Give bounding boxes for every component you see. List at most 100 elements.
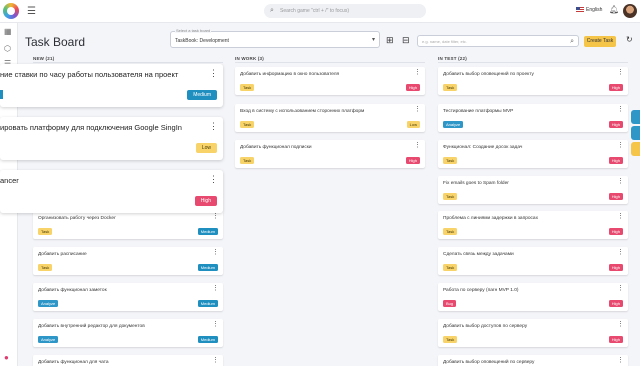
profile-icon[interactable]: ● [4,353,9,362]
priority-badge: High [405,84,420,91]
task-card[interactable]: Добавить функционал для чата ⋮ [33,355,223,366]
task-title: Добавить функционал для чата [38,360,109,365]
task-card[interactable]: Функционал: Создание досок задач ⋮ Task … [438,140,628,168]
more-icon[interactable]: ⋮ [414,106,421,113]
task-type-badge: Task [443,157,458,164]
search-icon: ⌕ [270,7,274,14]
more-icon[interactable]: ⋮ [212,321,219,328]
priority-badge: Low [406,121,420,128]
priority-badge: High [608,193,623,200]
task-type-badge [0,90,3,99]
filter-input[interactable]: e.g. name, date filter, etc. ⌕ [417,35,579,47]
bookmark-remove-icon[interactable]: ⊟ [402,35,410,46]
task-card[interactable]: Добавить функционал заметок ⋮ Analyze Me… [33,283,223,311]
cube-icon[interactable]: ⬡ [4,44,11,53]
task-type-badge: Task [443,264,458,271]
more-icon[interactable]: ⋮ [617,69,624,76]
chat-tab-icon[interactable] [631,126,640,140]
task-type-badge: Bug [443,300,457,307]
task-type-badge: Task [38,264,53,271]
task-title: Fix emails goes to Spam folder [443,181,509,186]
task-type-badge: Task [443,336,458,343]
refresh-icon[interactable]: ↻ [626,35,633,44]
more-icon[interactable]: ⋮ [414,69,421,76]
more-icon[interactable]: ⋮ [617,321,624,328]
create-task-button[interactable]: Create Task [584,36,616,47]
task-card[interactable]: Тестирование платформы MVP ⋮ Analyze Hig… [438,104,628,132]
task-title: Добавить внутренний редактор для докумен… [38,324,145,329]
task-card[interactable]: Работа по серверу (пагн MVP 1.0) ⋮ Bug H… [438,283,628,311]
task-card[interactable]: Организовать работу через Docker ⋮ Task … [33,211,223,239]
more-icon[interactable]: ⋮ [209,121,218,132]
search-icon: ⌕ [570,38,574,45]
task-type-badge: Task [443,228,458,235]
help-tab-icon[interactable] [631,142,640,156]
more-icon[interactable]: ⋮ [209,174,218,185]
more-icon[interactable]: ⋮ [617,106,624,113]
task-card[interactable]: Добавить внутренний редактор для докумен… [33,319,223,347]
more-icon[interactable]: ⋮ [617,249,624,256]
user-avatar[interactable] [623,4,637,18]
priority-badge: High [608,300,623,307]
global-search-input[interactable]: ⌕ Search game "ctrl + /" to focus) [264,4,426,18]
column-divider [438,62,628,63]
task-title: Функционал: Создание досок задач [443,145,523,150]
more-icon[interactable]: ⋮ [212,357,219,364]
priority-badge: High [608,84,623,91]
task-type-badge: Analyze [38,336,59,343]
task-title: Добавить расписание [38,252,87,257]
settings-tab-icon[interactable] [631,110,640,124]
language-selector[interactable]: English [576,7,602,13]
priority-badge: High [608,336,623,343]
more-icon[interactable]: ⋮ [212,249,219,256]
task-card[interactable]: Добавить выбор доступов по серверу ⋮ Tas… [438,319,628,347]
app-logo[interactable] [3,3,19,19]
more-icon[interactable]: ⋮ [617,357,624,364]
board-select-value: TaskBook: Development [175,38,229,44]
more-icon[interactable]: ⋮ [212,213,219,220]
search-placeholder: Search game "ctrl + /" to focus) [280,8,349,14]
grid-icon[interactable]: ▦ [4,27,12,36]
priority-badge: High [194,196,217,206]
task-title: ние ставки по часу работы пользователя н… [0,70,179,79]
more-icon[interactable]: ⋮ [617,142,624,149]
task-type-badge: Task [38,228,53,235]
dragged-task-card[interactable]: ние ставки по часу работы пользователя н… [0,64,223,107]
dragged-task-card[interactable]: ировать платформу для подключения Google… [0,117,223,160]
task-card[interactable]: Сделать связь между задачами ⋮ Task High [438,247,628,275]
task-title: Добавить функционал подписки [240,145,312,150]
task-card[interactable]: Добавить функционал подписки ⋮ Task High [235,140,425,168]
task-card[interactable]: Добавить расписание ⋮ Task Medium [33,247,223,275]
bookmark-add-icon[interactable]: ⊞ [386,35,394,46]
column-header-new: NEW (21) [33,56,55,61]
task-type-badge: Task [443,193,458,200]
menu-icon[interactable]: ☰ [27,6,36,17]
priority-badge: Medium [187,90,217,100]
more-icon[interactable]: ⋮ [617,213,624,220]
task-title: ancer [0,176,19,185]
board-select[interactable]: Select a task board TaskBook: Developmen… [170,28,380,48]
task-type-badge: Task [240,84,255,91]
task-title: Добавить выбор оповещений по проекту [443,72,534,77]
task-card[interactable]: Fix emails goes to Spam folder ⋮ Task Hi… [438,176,628,204]
priority-badge: Medium [197,228,218,235]
task-card[interactable]: Добавить выбор оповещений по серверу ⋮ [438,355,628,366]
column-divider [33,62,223,63]
dragged-task-card[interactable]: ancer ⋮ High [0,170,223,213]
priority-badge: Low [195,143,217,153]
more-icon[interactable]: ⋮ [212,285,219,292]
task-card[interactable]: Добавить выбор оповещений по проекту ⋮ T… [438,67,628,95]
bell-icon[interactable]: 🔔︎ [609,5,619,14]
task-card[interactable]: Вход в систему с использованием сторонни… [235,104,425,132]
task-title: Работа по серверу (пагн MVP 1.0) [443,288,519,293]
task-card[interactable]: Проблема с линиями задержки в запросах ⋮… [438,211,628,239]
task-title: Сделать связь между задачами [443,252,514,257]
task-type-badge: Task [240,157,255,164]
more-icon[interactable]: ⋮ [617,178,624,185]
task-card[interactable]: Добавить информацию в окно пользователя … [235,67,425,95]
more-icon[interactable]: ⋮ [209,68,218,79]
more-icon[interactable]: ⋮ [414,142,421,149]
filter-placeholder: e.g. name, date filter, etc. [422,39,467,44]
priority-badge: High [608,264,623,271]
more-icon[interactable]: ⋮ [617,285,624,292]
